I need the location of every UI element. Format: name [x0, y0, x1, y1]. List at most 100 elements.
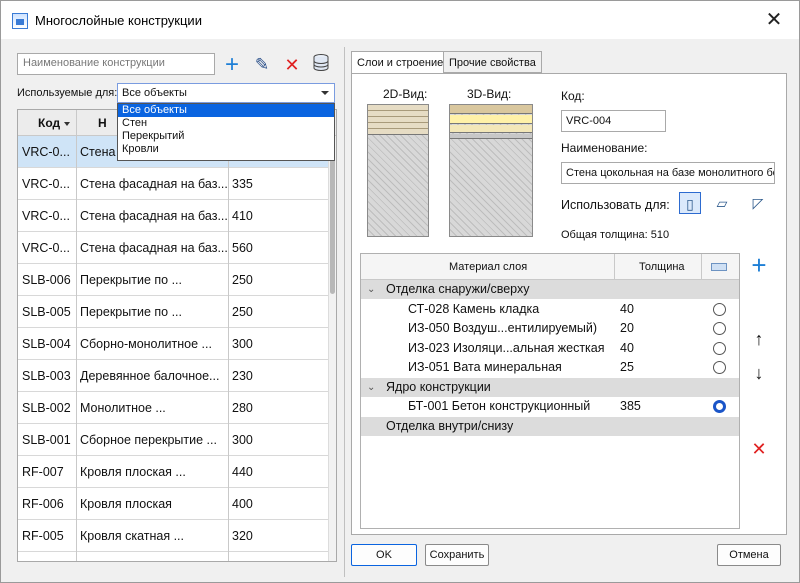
layer-group-row[interactable]: ⌄ Ядро конструкции — [361, 377, 739, 397]
table-row[interactable]: VRC-0... Стена фасадная на баз... 560 — [18, 232, 328, 264]
roof-type-icon[interactable]: ◸ — [747, 192, 769, 214]
table-row[interactable]: SLB-005 Перекрытие по ... 250 — [18, 296, 328, 328]
layer-row[interactable]: ИЗ-023 Изоляци...альная жесткая 40 — [361, 339, 739, 358]
cell-code: RF-005 — [22, 529, 64, 543]
dropdown-option[interactable]: Кровли — [118, 143, 334, 156]
total-thickness-label: Общая толщина: 510 — [561, 229, 670, 241]
cell-thickness: 250 — [232, 305, 253, 319]
core-radio[interactable] — [713, 341, 726, 355]
column-separator — [228, 110, 229, 561]
chevron-down-icon[interactable]: ⌄ — [367, 280, 375, 299]
save-button[interactable]: Сохранить — [425, 544, 489, 566]
layer-material: БТ-001 Бетон конструкционный — [408, 399, 591, 413]
close-icon[interactable]: ✕ — [761, 7, 787, 33]
layer-row[interactable]: ИЗ-051 Вата минеральная 25 — [361, 358, 739, 377]
layer-group-name: Отделка внутри/снизу — [386, 418, 514, 433]
table-row[interactable]: SLB-001 Сборное перекрытие ... 300 — [18, 424, 328, 456]
core-radio[interactable] — [713, 322, 726, 335]
cell-code: VRC-0... — [22, 177, 70, 191]
cell-thickness: 400 — [232, 497, 253, 511]
vertical-scrollbar[interactable] — [328, 136, 336, 561]
cell-name: Сборно-монолитное ... — [80, 337, 212, 351]
search-input[interactable]: Наименование конструкции — [17, 53, 215, 75]
move-down-icon[interactable]: ↓ — [747, 361, 771, 385]
table-row[interactable]: RF-006 Кровля плоская 400 — [18, 488, 328, 520]
edit-icon[interactable]: ✎ — [250, 53, 274, 77]
scrollbar-thumb[interactable] — [330, 144, 335, 294]
cell-name: Сборное перекрытие ... — [80, 433, 217, 447]
core-column-icon — [711, 263, 727, 271]
table-row[interactable]: RF-007 Кровля плоская ... 440 — [18, 456, 328, 488]
total-thickness-value: 510 — [650, 229, 670, 241]
layers-table: Материал слоя Толщина ⌄ Отделка снаружи/с… — [360, 253, 740, 529]
layer-thickness: 20 — [620, 321, 634, 335]
core-radio[interactable] — [713, 400, 726, 413]
layer-group-row[interactable]: ⌄ Отделка снаружи/сверху — [361, 280, 739, 299]
layer-group-name: Отделка снаружи/сверху — [386, 282, 530, 296]
dialog-window: Многослойные конструкции ✕ Наименование … — [0, 0, 800, 583]
code-field[interactable]: VRC-004 — [561, 110, 666, 132]
table-row[interactable]: SLB-004 Сборно-монолитное ... 300 — [18, 328, 328, 360]
name-field[interactable]: Стена цокольная на базе монолитного бет — [561, 162, 775, 184]
app-icon — [12, 13, 28, 29]
cell-name: Монолитное ... — [80, 401, 166, 415]
layer-material: ИЗ-050 Воздуш...ентилируемый) — [408, 321, 598, 335]
cell-code: VRC-0... — [22, 209, 70, 223]
cell-code: SLB-002 — [22, 401, 71, 415]
delete-layer-icon[interactable]: ✕ — [747, 437, 771, 461]
pane-divider[interactable] — [344, 47, 345, 577]
wall-type-icon[interactable]: ▯ — [679, 192, 701, 214]
dropdown-option[interactable]: Все объекты — [118, 104, 334, 117]
layer-row[interactable]: БТ-001 Бетон конструкционный 385 — [361, 397, 739, 416]
core-radio[interactable] — [713, 302, 726, 316]
table-row[interactable]: SLB-003 Деревянное балочное... 230 — [18, 360, 328, 392]
layer-row[interactable]: СТ-028 Камень кладка 40 — [361, 300, 739, 319]
dropdown-option[interactable]: Перекрытий — [118, 130, 334, 143]
slab-type-icon[interactable]: ⏥ — [711, 192, 733, 214]
database-icon[interactable] — [309, 53, 333, 77]
delete-icon[interactable]: ✕ — [280, 53, 304, 77]
cancel-button[interactable]: Отмена — [717, 544, 781, 566]
cell-code: VRC-0... — [22, 241, 70, 255]
table-row[interactable]: VRC-0... Стена фасадная на баз... 335 — [18, 168, 328, 200]
chevron-down-icon[interactable]: ⌄ — [367, 378, 375, 397]
cell-name: Кровля плоская ... — [80, 465, 186, 479]
table-row[interactable]: SLB-006 Перекрытие по ... 250 — [18, 264, 328, 296]
code-label: Код: — [561, 89, 585, 103]
column-header-code[interactable]: Код — [38, 110, 71, 136]
cell-name: Перекрытие по ... — [80, 273, 182, 287]
tab-layers[interactable]: Слои и строение — [351, 51, 450, 74]
add-layer-icon[interactable]: + — [747, 252, 771, 278]
cell-name: Кровля скатная ... — [80, 529, 184, 543]
layer-thickness: 385 — [620, 399, 641, 413]
cell-code: RF-007 — [22, 465, 64, 479]
used-for-select[interactable]: Все объекты — [117, 83, 335, 103]
used-for-dropdown: Все объекты Стен Перекрытий Кровли — [117, 103, 335, 161]
column-header-thickness[interactable]: Толщина — [639, 254, 685, 280]
column-header-name[interactable]: Н — [98, 110, 107, 136]
cell-thickness: 230 — [232, 369, 253, 383]
cell-thickness: 560 — [232, 241, 253, 255]
cell-name: Кровля плоская — [80, 497, 172, 511]
table-row[interactable]: SLB-002 Монолитное ... 280 — [18, 392, 328, 424]
use-for-label: Использовать для: — [561, 198, 670, 212]
cell-name: Стена фасадная на баз... — [80, 241, 228, 255]
ok-button[interactable]: OK — [351, 544, 417, 566]
layer-group-name: Ядро конструкции — [386, 379, 491, 394]
constructions-table: Код Н VRC-0... Стена ф VRC-0... Стена фасад… — [17, 109, 337, 562]
layer-thickness: 40 — [620, 340, 634, 355]
layer-row[interactable]: ИЗ-050 Воздуш...ентилируемый) 20 — [361, 319, 739, 338]
layer-group-row[interactable]: Отделка внутри/снизу — [361, 416, 739, 436]
tab-other-properties[interactable]: Прочие свойства — [443, 51, 542, 73]
cell-thickness: 440 — [232, 465, 253, 479]
core-radio[interactable] — [713, 361, 726, 374]
column-header-material[interactable]: Материал слоя — [449, 254, 527, 280]
table-row[interactable]: VRC-0... Стена фасадная на баз... 410 — [18, 200, 328, 232]
cell-code: SLB-004 — [22, 337, 71, 351]
section-2d-preview — [367, 104, 429, 237]
add-icon[interactable]: + — [220, 53, 244, 77]
window-title: Многослойные конструкции — [35, 13, 202, 28]
table-row[interactable]: RF-005 Кровля скатная ... 320 — [18, 520, 328, 552]
dropdown-option[interactable]: Стен — [118, 117, 334, 130]
move-up-icon[interactable]: ↑ — [747, 327, 771, 351]
